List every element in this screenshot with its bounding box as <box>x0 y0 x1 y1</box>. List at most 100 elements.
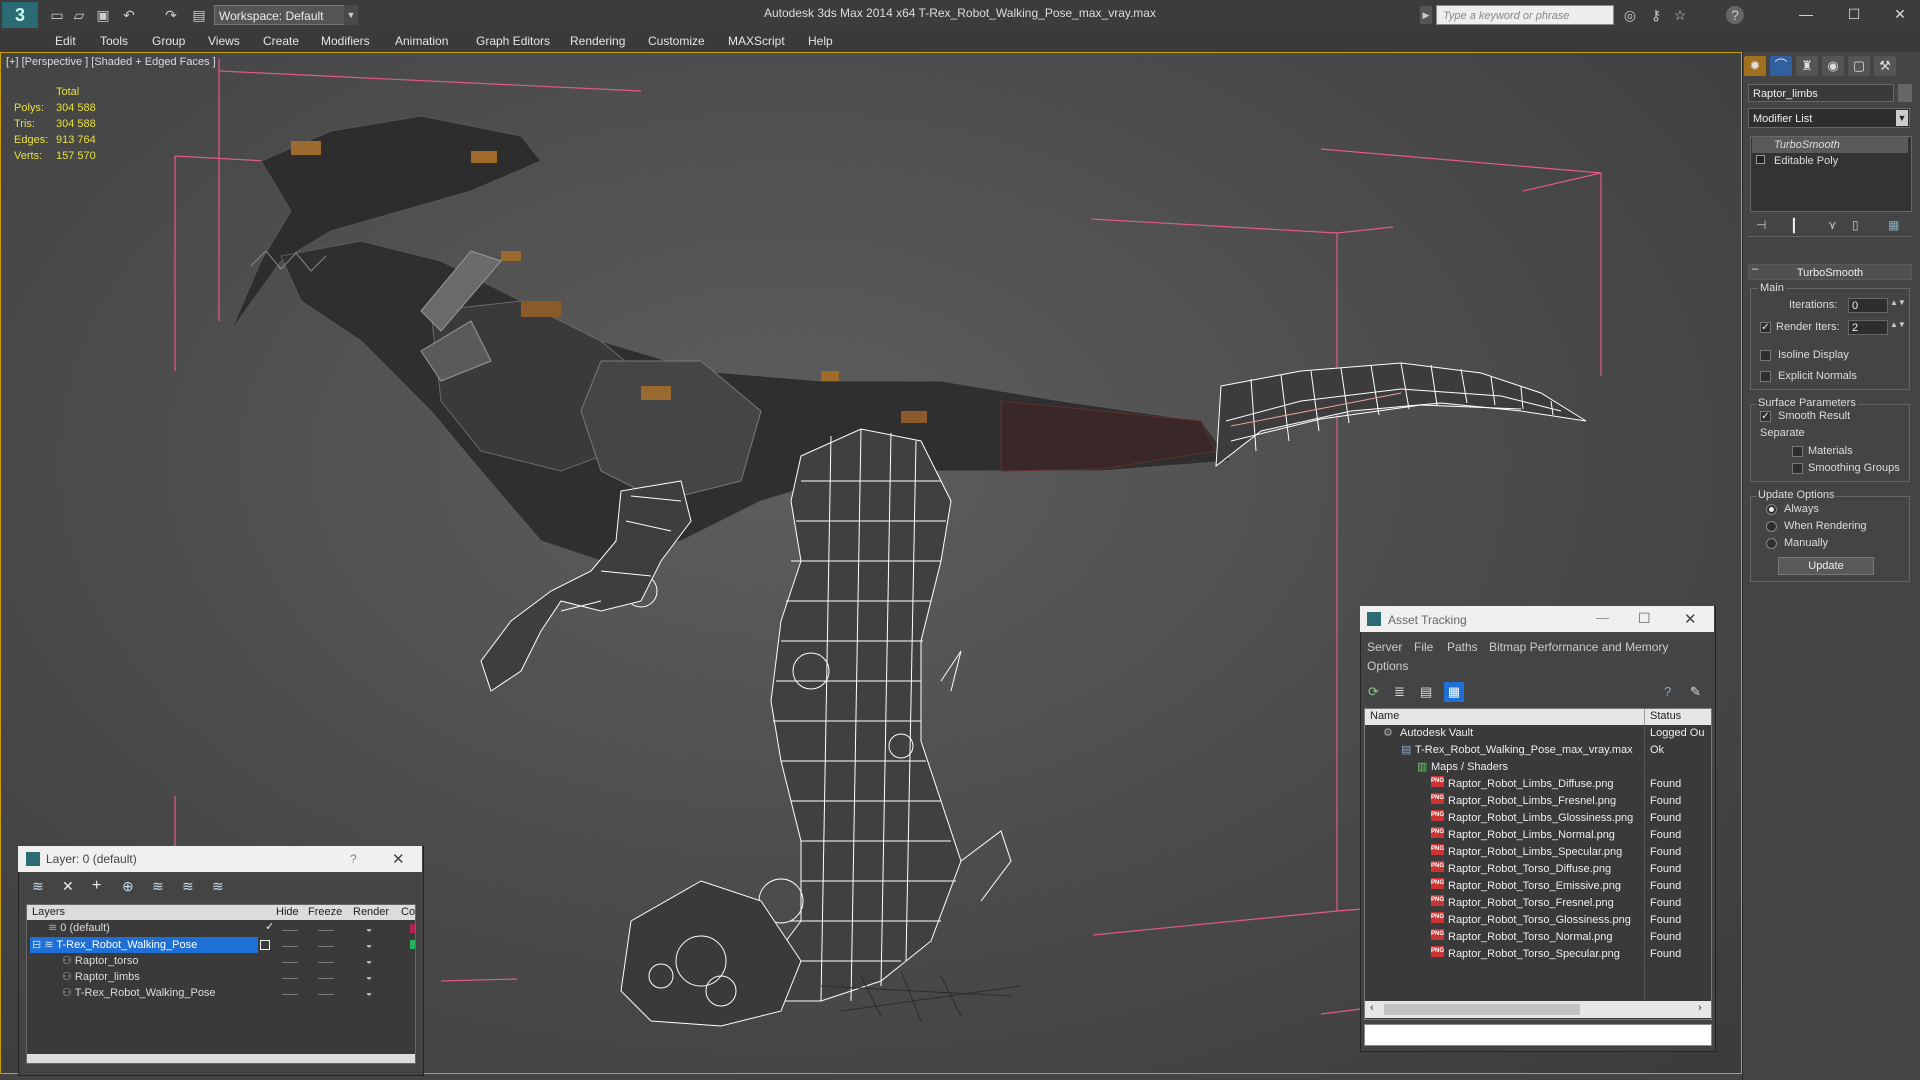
menu-edit[interactable]: Edit <box>55 34 76 48</box>
menu-group[interactable]: Group <box>152 34 185 48</box>
column-hide[interactable]: Hide <box>276 906 299 918</box>
hide-all-layers-icon[interactable]: ≋ <box>182 878 194 895</box>
thumbnail-view-icon[interactable]: ▤ <box>1420 684 1432 700</box>
settings-icon[interactable]: ✎ <box>1690 684 1701 700</box>
project-folder-icon[interactable]: ▤ <box>190 6 208 24</box>
spinner-arrows-icon[interactable]: ▲▼ <box>1890 320 1906 329</box>
column-color[interactable]: Co <box>401 906 415 918</box>
configure-sets-icon[interactable]: ▦ <box>1888 218 1899 232</box>
asset-row[interactable]: PNG Raptor_Robot_Torso_Emissive.png Found <box>1365 878 1711 895</box>
app-logo-button[interactable]: 3 <box>2 2 38 28</box>
save-file-icon[interactable]: ▣ <box>94 6 112 24</box>
key-icon[interactable]: ⚷ <box>1646 6 1666 24</box>
scrollbar-thumb[interactable] <box>1384 1004 1580 1015</box>
asset-row[interactable]: PNG Raptor_Robot_Limbs_Diffuse.png Found <box>1365 776 1711 793</box>
update-button[interactable]: Update <box>1778 557 1874 575</box>
hide-column[interactable] <box>282 926 298 998</box>
search-input[interactable]: Type a keyword or phrase <box>1436 5 1614 25</box>
column-name[interactable]: Name <box>1370 710 1399 722</box>
render-teapot-icon[interactable]: ◒ ◒ ◒ ◒ ◒ <box>366 922 378 999</box>
collapse-icon[interactable]: – <box>1752 263 1758 275</box>
utilities-tab-icon[interactable]: ⚒ <box>1874 56 1896 76</box>
undo-icon[interactable]: ↶ <box>120 6 138 24</box>
display-tab-icon[interactable]: ▢ <box>1848 56 1870 76</box>
close-button[interactable]: ✕ <box>1684 610 1697 628</box>
menu-file[interactable]: File <box>1414 640 1433 654</box>
menu-create[interactable]: Create <box>263 34 299 48</box>
menu-modifiers[interactable]: Modifiers <box>321 34 370 48</box>
layer-color-swatch[interactable] <box>410 924 415 933</box>
menu-bitmap-performance[interactable]: Bitmap Performance and Memory <box>1489 640 1668 654</box>
column-layers[interactable]: Layers <box>32 906 65 918</box>
close-icon[interactable]: ✕ <box>392 850 405 868</box>
delete-layer-icon[interactable]: ✕ <box>62 878 74 895</box>
menu-customize[interactable]: Customize <box>648 34 705 48</box>
layer-row[interactable]: ⊟ ≋ T-Rex_Robot_Walking_Pose <box>28 937 416 953</box>
search-expand-icon[interactable]: ▶ <box>1420 6 1432 24</box>
list-view-icon[interactable]: ≣ <box>1394 684 1405 700</box>
table-view-icon[interactable]: ▦ <box>1444 682 1464 702</box>
menu-animation[interactable]: Animation <box>395 34 448 48</box>
redo-icon[interactable]: ↷ <box>162 6 180 24</box>
horizontal-scrollbar[interactable] <box>27 1054 415 1063</box>
asset-row[interactable]: PNG Raptor_Robot_Torso_Fresnel.png Found <box>1365 895 1711 912</box>
render-iters-spinner[interactable]: 2 <box>1848 320 1888 335</box>
spinner-arrows-icon[interactable]: ▲▼ <box>1890 298 1906 307</box>
column-divider[interactable] <box>1644 709 1645 725</box>
isoline-display-checkbox[interactable] <box>1760 350 1771 361</box>
menu-rendering[interactable]: Rendering <box>570 34 625 48</box>
column-status[interactable]: Status <box>1650 710 1681 722</box>
asset-row[interactable]: ▥ Maps / Shaders <box>1365 759 1711 776</box>
motion-tab-icon[interactable]: ◉ <box>1822 56 1844 76</box>
make-unique-icon[interactable]: ⋎ <box>1828 218 1837 232</box>
asset-path-field[interactable] <box>1364 1024 1712 1046</box>
menu-maxscript[interactable]: MAXScript <box>728 34 785 48</box>
menu-help[interactable]: Help <box>808 34 833 48</box>
scroll-left-icon[interactable]: ‹ <box>1370 1002 1374 1014</box>
set-current-layer-checkbox[interactable] <box>260 940 270 950</box>
create-tab-icon[interactable]: ✹ <box>1744 56 1766 76</box>
asset-row[interactable]: PNG Raptor_Robot_Torso_Diffuse.png Found <box>1365 861 1711 878</box>
asset-row[interactable]: PNG Raptor_Robot_Limbs_Specular.png Found <box>1365 844 1711 861</box>
column-render[interactable]: Render <box>353 906 389 918</box>
menu-tools[interactable]: Tools <box>100 34 128 48</box>
object-color-swatch[interactable] <box>1898 84 1912 102</box>
modify-tab-icon[interactable]: ⌒ <box>1770 56 1792 76</box>
asset-row[interactable]: PNG Raptor_Robot_Limbs_Normal.png Found <box>1365 827 1711 844</box>
vault-help-icon[interactable]: ? <box>1664 684 1671 699</box>
object-name-field[interactable]: Raptor_limbs <box>1748 84 1894 102</box>
show-end-result-icon[interactable]: ┃ <box>1790 218 1798 234</box>
column-freeze[interactable]: Freeze <box>308 906 342 918</box>
new-file-icon[interactable]: ▭ <box>48 6 66 24</box>
menu-paths[interactable]: Paths <box>1447 640 1478 654</box>
materials-checkbox[interactable] <box>1792 446 1803 457</box>
layer-row[interactable]: ≋ 0 (default) <box>28 920 416 936</box>
asset-row[interactable]: PNG Raptor_Robot_Limbs_Fresnel.png Found <box>1365 793 1711 810</box>
close-button[interactable]: ✕ <box>1880 2 1920 26</box>
star-icon[interactable]: ☆ <box>1670 6 1690 24</box>
minimize-button[interactable]: — <box>1786 2 1826 26</box>
scroll-right-icon[interactable]: › <box>1698 1002 1702 1014</box>
chevron-down-icon[interactable]: ▼ <box>1896 110 1908 126</box>
help-icon[interactable]: ? <box>1726 6 1744 24</box>
stack-item-editable-poly[interactable]: Editable Poly <box>1752 153 1908 169</box>
layer-row[interactable]: ⚇ Raptor_limbs <box>28 969 416 985</box>
highlight-layer-icon[interactable]: ≋ <box>152 878 164 895</box>
viewport-label-menu[interactable]: [+] [Perspective ] [Shaded + Edged Faces… <box>6 56 216 68</box>
open-file-icon[interactable]: ▱ <box>70 6 88 24</box>
remove-modifier-icon[interactable]: ▯ <box>1852 218 1859 232</box>
asset-row[interactable]: PNG Raptor_Robot_Limbs_Glossiness.png Foun… <box>1365 810 1711 827</box>
asset-row[interactable]: PNG Raptor_Robot_Torso_Normal.png Found <box>1365 929 1711 946</box>
asset-row[interactable]: ▤ T-Rex_Robot_Walking_Pose_max_vray.max Ok <box>1365 742 1711 759</box>
render-iters-checkbox[interactable]: ✓ <box>1760 322 1771 333</box>
create-layer-icon[interactable]: ≋ <box>32 878 44 895</box>
when-rendering-radio[interactable] <box>1766 521 1777 532</box>
select-objects-icon[interactable]: ⊕ <box>122 878 134 895</box>
help-icon[interactable]: ? <box>350 852 357 866</box>
menu-views[interactable]: Views <box>208 34 240 48</box>
maximize-button[interactable]: ☐ <box>1638 610 1651 627</box>
maximize-button[interactable]: ☐ <box>1834 2 1874 26</box>
hierarchy-tab-icon[interactable]: ♜ <box>1796 56 1818 76</box>
manually-radio[interactable] <box>1766 538 1777 549</box>
menu-options[interactable]: Options <box>1367 659 1408 673</box>
